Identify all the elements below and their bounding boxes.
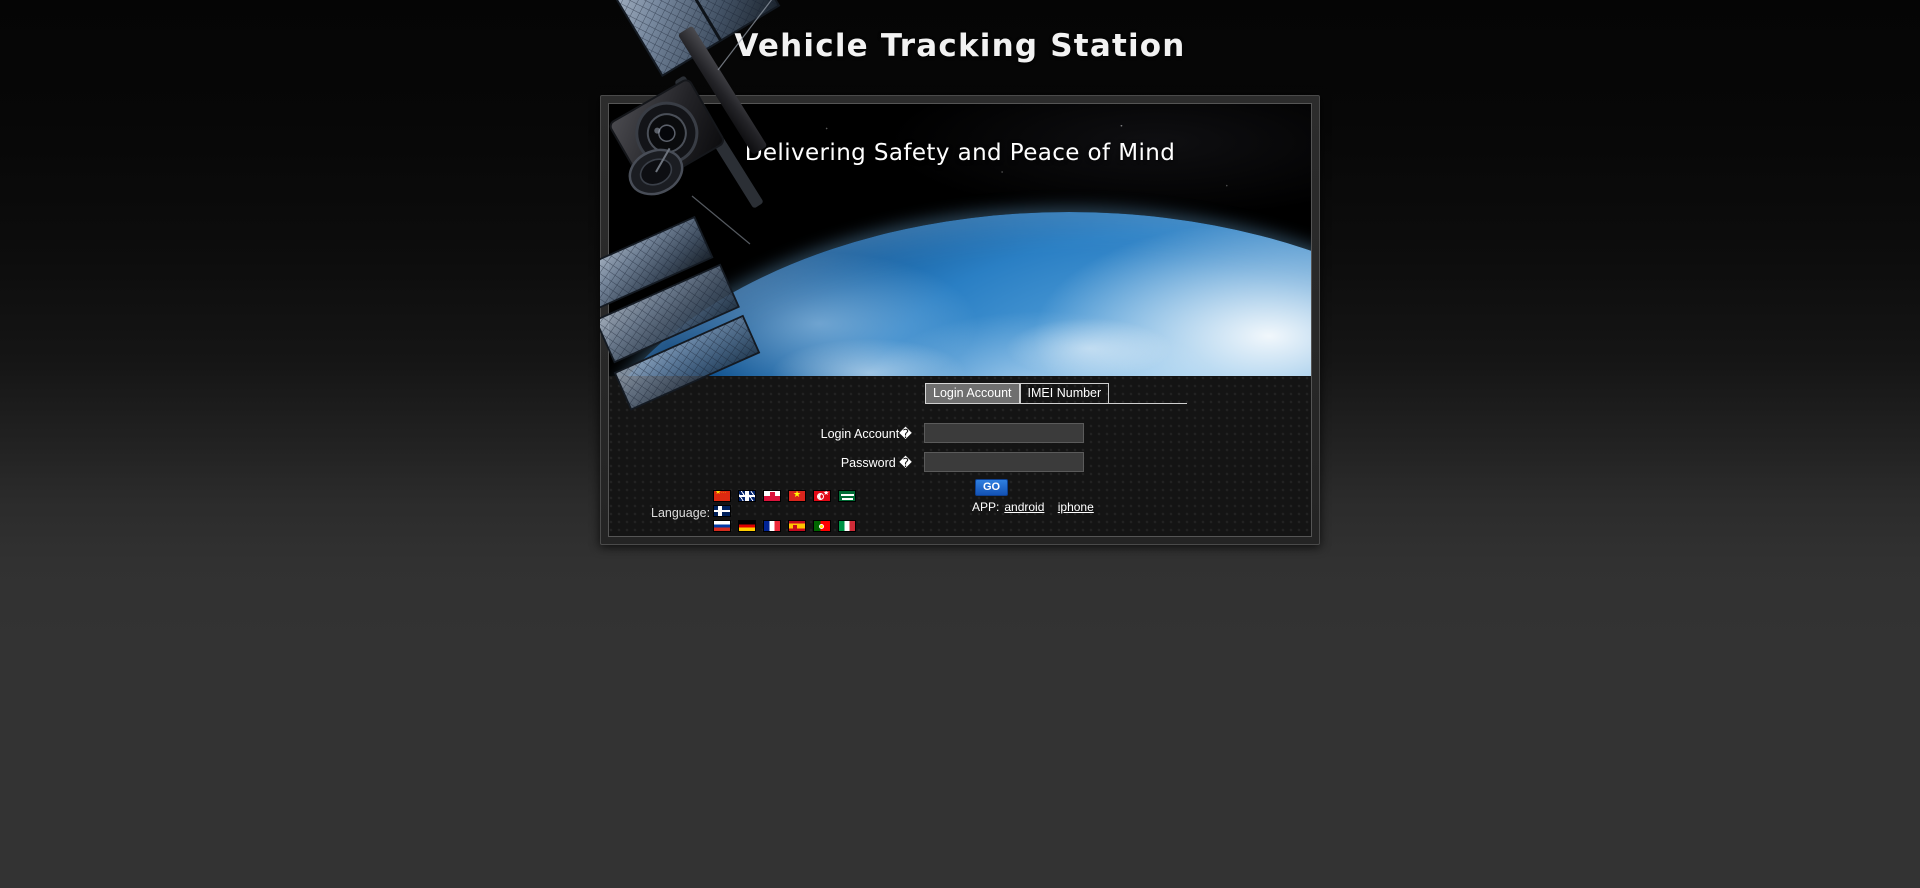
- norway-flag[interactable]: [713, 505, 731, 517]
- hero-tagline: Delivering Safety and Peace of Mind: [744, 140, 1176, 166]
- login-tabs: Login Account IMEI Number: [925, 383, 1187, 404]
- portugal-flag[interactable]: [813, 520, 831, 532]
- login-panel: Delivering Safety and Peace of Mind Logi…: [600, 95, 1320, 545]
- password-input[interactable]: [924, 452, 1084, 472]
- login-form-zone: Login Account IMEI Number Login Account�…: [609, 376, 1311, 536]
- flag-row-3: [713, 520, 856, 532]
- poland-flag[interactable]: [763, 490, 781, 502]
- united-kingdom-flag[interactable]: [738, 490, 756, 502]
- flag-row-1: [713, 490, 856, 502]
- hero-banner: Delivering Safety and Peace of Mind: [609, 104, 1311, 376]
- language-label: Language:: [651, 506, 711, 520]
- france-flag[interactable]: [763, 520, 781, 532]
- saudi-arabia-flag[interactable]: [838, 490, 856, 502]
- flag-grid: [713, 490, 856, 535]
- page-title: Vehicle Tracking Station: [734, 28, 1186, 64]
- password-label: Password �: [840, 455, 912, 470]
- vietnam-flag[interactable]: [788, 490, 806, 502]
- germany-flag[interactable]: [738, 520, 756, 532]
- login-account-input[interactable]: [924, 423, 1084, 443]
- login-account-row: Login Account�: [814, 423, 1084, 443]
- spain-flag[interactable]: [788, 520, 806, 532]
- russia-flag[interactable]: [713, 520, 731, 532]
- tab-login-account[interactable]: Login Account: [925, 383, 1020, 403]
- login-account-label: Login Account�: [820, 426, 912, 441]
- login-panel-inner: Delivering Safety and Peace of Mind Logi…: [608, 103, 1312, 537]
- language-selector: Language:: [609, 488, 1311, 536]
- china-flag[interactable]: [713, 490, 731, 502]
- password-row: Password �: [814, 452, 1084, 472]
- tab-imei-number[interactable]: IMEI Number: [1019, 383, 1110, 403]
- flag-row-2: [713, 505, 849, 517]
- turkey-flag[interactable]: [813, 490, 831, 502]
- italy-flag[interactable]: [838, 520, 856, 532]
